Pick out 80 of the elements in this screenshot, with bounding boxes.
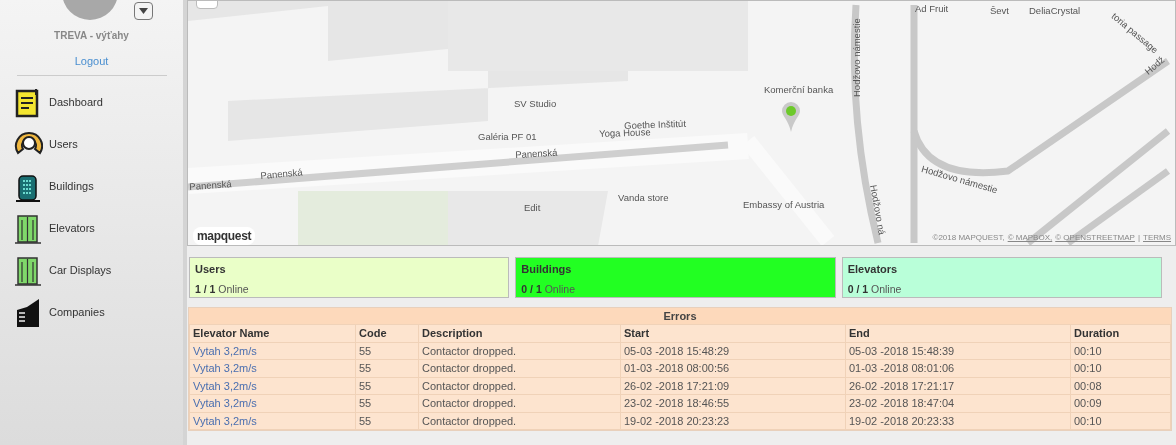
- table-cell: 26-02 -2018 17:21:09: [620, 377, 846, 395]
- office-building-icon: [15, 297, 41, 328]
- table-cell: 05-03 -2018 15:48:29: [620, 342, 846, 360]
- menu-label[interactable]: Elevators: [49, 220, 95, 237]
- attribution-text: |: [1137, 232, 1140, 244]
- attribution-text: ©2018 MAPQUEST,: [932, 232, 1005, 244]
- card-title: Elevators: [847, 262, 899, 277]
- table-cell: Contactor dropped.: [418, 394, 621, 412]
- menu-label[interactable]: Buildings: [49, 178, 94, 195]
- table-cell: Contactor dropped.: [418, 342, 621, 360]
- column-header: Duration: [1070, 324, 1171, 342]
- elevator-link[interactable]: Vytah 3,2m/s: [189, 394, 356, 412]
- table-cell: 55: [355, 412, 419, 430]
- map-label: Vanda store: [618, 193, 669, 203]
- table-title: Errors: [189, 308, 1171, 324]
- company-name: TREVA - výťahy: [54, 29, 129, 43]
- logout-link[interactable]: Logout: [74, 53, 109, 70]
- table-cell: 23-02 -2018 18:46:55: [620, 394, 846, 412]
- online-count: 0 / 1 Online: [521, 281, 577, 297]
- map-label: Galéria PF 01: [478, 132, 537, 142]
- column-header: Code: [355, 324, 419, 342]
- elevator-link[interactable]: Vytah 3,2m/s: [189, 412, 356, 430]
- table-cell: 00:10: [1070, 342, 1171, 360]
- table-cell: 55: [355, 377, 419, 395]
- map-label: Ševt: [990, 6, 1009, 16]
- map-label: Ad Fruit: [915, 4, 949, 14]
- attribution-link[interactable]: TERMS: [1143, 232, 1171, 244]
- map-label: Hodžovo ná: [868, 184, 887, 236]
- map-pin-icon[interactable]: [781, 101, 801, 133]
- elevator-link[interactable]: Vytah 3,2m/s: [189, 342, 356, 360]
- table-cell: 23-02 -2018 18:47:04: [845, 394, 1071, 412]
- online-count: 0 / 1 Online: [847, 281, 903, 297]
- table-cell: 00:10: [1070, 412, 1171, 430]
- table-cell: 01-03 -2018 08:00:56: [620, 359, 846, 377]
- map-label: Panenská: [260, 167, 303, 181]
- table-cell: Contactor dropped.: [418, 412, 621, 430]
- elevator-link[interactable]: Vytah 3,2m/s: [189, 359, 356, 377]
- column-header: Description: [418, 324, 621, 342]
- map-label: Hodžovo námestie: [920, 164, 999, 195]
- menu-label[interactable]: Users: [49, 136, 78, 153]
- table-cell: 55: [355, 342, 419, 360]
- menu-label[interactable]: Companies: [49, 304, 105, 321]
- map-label: SV Studio: [514, 99, 557, 109]
- column-header: Start: [620, 324, 846, 342]
- column-header: Elevator Name: [189, 324, 356, 342]
- map-label: DeliaCrystal: [1029, 6, 1081, 16]
- elevator-door-icon: [15, 213, 41, 244]
- attribution-link[interactable]: © MAPBOX,: [1007, 232, 1053, 244]
- clipboard-icon: [15, 87, 41, 118]
- menu-label[interactable]: Car Displays: [49, 262, 112, 279]
- caret-icon: [139, 8, 148, 14]
- map-label: Hodžovo námestie: [852, 18, 862, 97]
- dropdown-button[interactable]: [134, 2, 153, 20]
- table-cell: Contactor dropped.: [418, 377, 621, 395]
- table-cell: 55: [355, 359, 419, 377]
- card-title: Users: [195, 262, 227, 277]
- column-header: End: [845, 324, 1071, 342]
- attribution-link[interactable]: © OPENSTREETMAP: [1055, 232, 1135, 244]
- card-title: Buildings: [521, 262, 573, 277]
- table-cell: Contactor dropped.: [418, 359, 621, 377]
- map-logo[interactable]: mapquest: [193, 227, 256, 245]
- online-count: 1 / 1 Online: [195, 281, 250, 297]
- table-cell: 01-03 -2018 08:01:06: [845, 359, 1071, 377]
- map[interactable]: [187, 0, 1176, 246]
- table-cell: 00:09: [1070, 394, 1171, 412]
- elevator-door-icon: [15, 255, 41, 286]
- map-label: Panenská: [515, 147, 558, 160]
- table-cell: 26-02 -2018 17:21:17: [845, 377, 1071, 395]
- map-label: Edit: [524, 203, 541, 213]
- table-cell: 00:08: [1070, 377, 1171, 395]
- map-label: Embassy of Austria: [743, 200, 825, 210]
- table-cell: 00:10: [1070, 359, 1171, 377]
- map-label: Panenská: [189, 179, 232, 192]
- menu-label[interactable]: Dashboard: [49, 94, 103, 111]
- map-label: Komerční banka: [764, 85, 834, 95]
- table-cell: 19-02 -2018 20:23:33: [845, 412, 1071, 430]
- elevator-link[interactable]: Vytah 3,2m/s: [189, 377, 356, 395]
- table-cell: 05-03 -2018 15:48:39: [845, 342, 1071, 360]
- table-cell: 19-02 -2018 20:23:23: [620, 412, 846, 430]
- table-cell: 55: [355, 394, 419, 412]
